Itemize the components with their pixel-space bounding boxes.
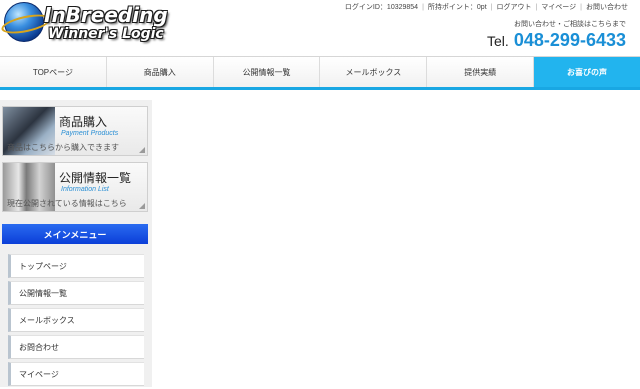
- purchase-banner[interactable]: 商品購入 Payment Products 商品はこちらから購入できます: [2, 106, 148, 156]
- main-menu: トップページ 公開情報一覧 メールボックス お問合わせ マイページ: [8, 254, 144, 389]
- banner-description: 現在公開されている情報はこちら: [7, 199, 127, 208]
- menu-item-top[interactable]: トップページ: [8, 254, 144, 278]
- info-list-banner[interactable]: 公開情報一覧 Information List 現在公開されている情報はこちら: [2, 162, 148, 212]
- logout-link[interactable]: ログアウト: [496, 4, 531, 11]
- nav-item-results[interactable]: 提供実績: [427, 57, 535, 87]
- menu-item-info-list[interactable]: 公開情報一覧: [8, 281, 144, 305]
- banner-title: 公開情報一覧: [59, 171, 132, 185]
- mypage-link[interactable]: マイページ: [541, 4, 576, 11]
- corner-arrow-icon: [139, 147, 145, 153]
- logo-line2: Winner's Logic: [48, 26, 164, 42]
- global-nav: TOPページ 商品購入 公開情報一覧 メールボックス 提供実績 お喜びの声: [0, 56, 640, 90]
- phone-number: Tel. 048-299-6433: [487, 30, 626, 51]
- contact-link[interactable]: お問い合わせ: [586, 4, 628, 11]
- banner-subtitle: Payment Products: [61, 130, 119, 137]
- banner-title: 商品購入: [59, 115, 108, 129]
- tel-number: 048-299-6433: [513, 30, 626, 50]
- nav-item-top[interactable]: TOPページ: [0, 57, 107, 87]
- banner-description: 商品はこちらから購入できます: [7, 143, 119, 152]
- nav-item-mailbox[interactable]: メールボックス: [320, 57, 428, 87]
- nav-item-purchase[interactable]: 商品購入: [107, 57, 214, 87]
- tel-label: Tel.: [487, 33, 509, 49]
- menu-item-mailbox[interactable]: メールボックス: [8, 308, 144, 332]
- logo-line1: InBreeding: [44, 3, 168, 27]
- menu-item-contact[interactable]: お問合わせ: [8, 335, 144, 359]
- site-logo[interactable]: InBreeding Winner's Logic: [0, 2, 168, 46]
- menu-item-mypage[interactable]: マイページ: [8, 362, 144, 386]
- sidebar: 商品購入 Payment Products 商品はこちらから購入できます 公開情…: [0, 100, 152, 387]
- contact-note: お問い合わせ・ご相談はこちらまで: [514, 21, 626, 28]
- top-links: ログインID：10329854 | 所持ポイント：0pt | ログアウト | マイページ | お…: [344, 4, 628, 11]
- banner-subtitle: Information List: [61, 186, 109, 193]
- header: InBreeding Winner's Logic ログインID：1032985…: [0, 0, 640, 56]
- login-id: ログインID：10329854: [344, 4, 419, 11]
- nav-item-info-list[interactable]: 公開情報一覧: [214, 57, 321, 87]
- nav-item-testimonials[interactable]: お喜びの声: [534, 57, 640, 87]
- points: 所持ポイント：0pt: [427, 4, 487, 11]
- corner-arrow-icon: [139, 203, 145, 209]
- main-menu-heading: メインメニュー: [2, 224, 148, 244]
